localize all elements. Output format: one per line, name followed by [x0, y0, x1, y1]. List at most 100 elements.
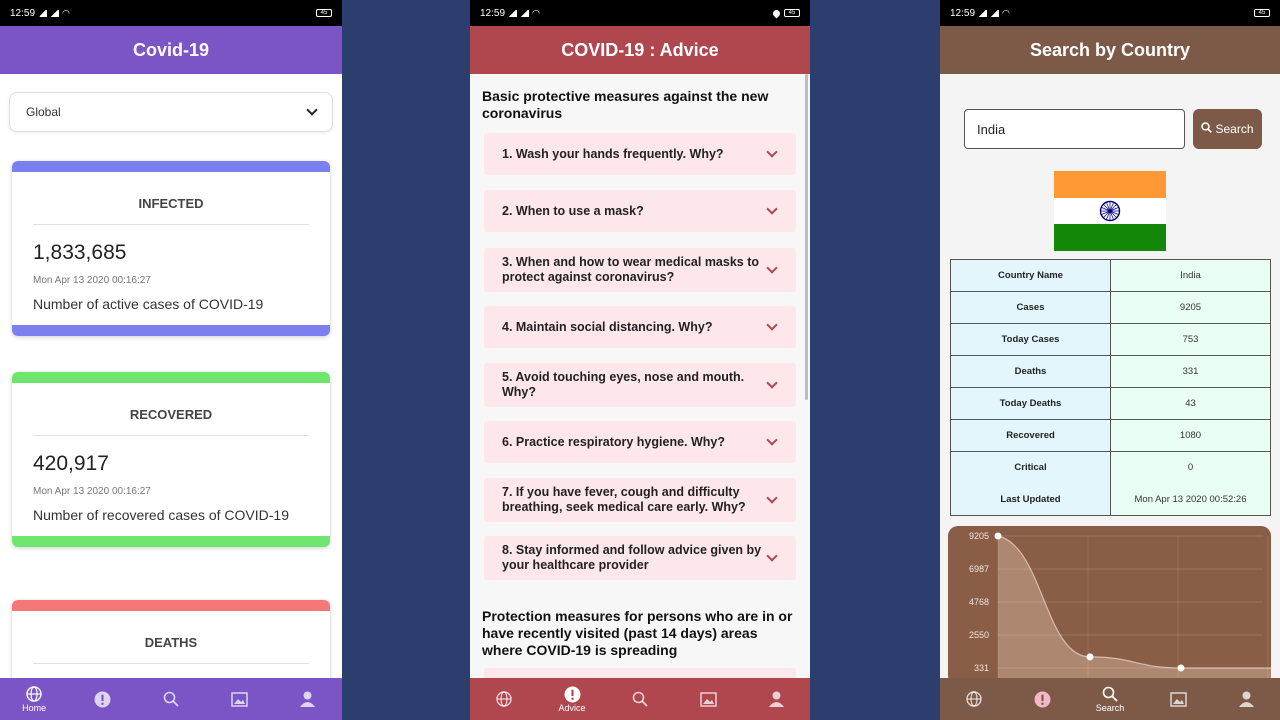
wifi-icon: ◠ [532, 7, 540, 18]
page-title: COVID-19 : Advice [561, 39, 719, 60]
advice-item-label: 1. Wash your hands frequently. Why? [502, 146, 724, 161]
nav-label: Advice [558, 703, 586, 713]
alert-icon [1033, 690, 1051, 708]
advice-item[interactable]: 1. Wash your hands frequently. Why? [484, 133, 796, 175]
table-key: Today Cases [950, 323, 1111, 356]
flag-stripe-middle [1054, 197, 1166, 225]
infected-card: INFECTED 1,833,685 Mon Apr 13 2020 00:16… [12, 161, 330, 336]
nav-home[interactable] [944, 690, 1004, 708]
image-icon [699, 690, 717, 708]
table-value: 331 [1110, 355, 1271, 388]
bottom-navigation: Home [0, 678, 342, 720]
table-key: Critical [950, 451, 1111, 484]
flag-stripe-bottom [1054, 224, 1166, 251]
chart-y-tick-label: 331 [974, 663, 989, 673]
country-search-input[interactable]: India [964, 109, 1185, 149]
nav-home[interactable] [474, 690, 534, 708]
advice-item[interactable]: 7. If you have fever, cough and difficul… [484, 478, 796, 522]
nav-profile[interactable] [746, 690, 806, 708]
nav-profile[interactable] [278, 690, 338, 708]
phone-search-screen: 12:59 ◠ 45 Search by Country India Searc… [940, 0, 1280, 720]
flag-stripe-top [1054, 171, 1166, 198]
nav-gallery[interactable] [1148, 690, 1208, 708]
chart-y-tick-label: 2550 [969, 630, 989, 640]
advice-item-label: 4. Maintain social distancing. Why? [502, 319, 713, 334]
advice-item[interactable]: 2. When to use a mask? [484, 190, 796, 232]
advice-item-label: 7. If you have fever, cough and difficul… [502, 485, 746, 514]
country-stats-table: Country Name India Cases 9205 Today Cases 7… [950, 259, 1271, 516]
nav-search[interactable] [610, 690, 670, 708]
search-row: India Search [964, 109, 1262, 149]
chevron-down-icon [766, 262, 778, 274]
dropdown-value: Global [26, 105, 61, 119]
page-title: Covid-19 [132, 39, 210, 60]
chevron-down-icon [766, 319, 778, 331]
app-bar: Search by Country [940, 26, 1280, 74]
nav-advice[interactable] [73, 690, 133, 708]
nav-gallery[interactable] [209, 690, 269, 708]
table-value: Mon Apr 13 2020 00:52:26 [1110, 483, 1271, 516]
person-icon [299, 690, 317, 708]
location-icon [771, 8, 782, 18]
advice-item[interactable]: 3. When and how to wear medical masks to… [484, 248, 796, 292]
person-icon [1237, 690, 1255, 708]
advice-item[interactable]: 5. Avoid touching eyes, nose and mouth. … [484, 363, 796, 407]
nav-gallery[interactable] [678, 690, 738, 708]
table-row: Recovered 1080 [950, 419, 1271, 452]
table-value: 1080 [1110, 419, 1271, 452]
status-bar: 12:59 ◠ 45 [940, 0, 1280, 26]
alert-icon [94, 690, 112, 708]
search-icon [1201, 122, 1213, 136]
advice-item[interactable]: 6. Practice respiratory hygiene. Why? [484, 421, 796, 463]
advice-item[interactable]: 8. Stay informed and follow advice given… [484, 536, 796, 580]
signal-icon [50, 9, 60, 17]
search-button[interactable]: Search [1193, 109, 1262, 149]
advice-item-label: 6. Practice respiratory hygiene. Why? [502, 434, 725, 449]
table-key: Deaths [950, 355, 1111, 388]
person-icon [767, 690, 785, 708]
app-bar: COVID-19 : Advice [470, 26, 810, 74]
advice-item-label: 3. When and how to wear medical masks to… [502, 255, 760, 284]
advice-item-label: 5. Avoid touching eyes, nose and mouth. … [502, 370, 745, 399]
phone-advice-screen: 12:59 ◠ 45 COVID-19 : Advice Basic prote… [470, 0, 810, 720]
search-button-label: Search [1215, 122, 1254, 136]
card-bottom-bar [12, 536, 330, 547]
nav-search[interactable]: Search [1080, 685, 1140, 713]
search-icon [631, 690, 649, 708]
chevron-down-icon [766, 377, 778, 389]
table-key: Cases [950, 291, 1111, 324]
nav-profile[interactable] [1216, 690, 1276, 708]
table-row: Country Name India [950, 259, 1271, 292]
region-dropdown[interactable]: Global [9, 92, 333, 132]
nav-label: Search [1095, 703, 1125, 713]
nav-home[interactable]: Home [4, 685, 64, 713]
table-value: 9205 [1110, 291, 1271, 324]
advice-item-label: 2. When to use a mask? [502, 203, 644, 218]
chart-point [1086, 653, 1094, 661]
wifi-icon: ◠ [62, 7, 70, 18]
card-title: DEATHS [33, 611, 309, 664]
nav-advice[interactable] [1012, 690, 1072, 708]
card-value: 1,833,685 [33, 241, 127, 264]
chevron-down-icon [766, 146, 778, 158]
card-date: Mon Apr 13 2020 00:16:27 [33, 486, 151, 497]
chevron-down-icon [766, 434, 778, 446]
status-time: 12:59 [10, 7, 36, 19]
section-heading: Basic protective measures against the ne… [482, 88, 769, 121]
bottom-navigation: Search [940, 678, 1280, 720]
chart-point [1177, 664, 1185, 672]
nav-advice[interactable]: Advice [542, 685, 602, 713]
signal-icon [508, 9, 518, 17]
card-top-bar [12, 600, 330, 611]
chart-svg: 9205 6987 4768 2550 331 [969, 531, 1271, 686]
scrollbar[interactable] [805, 74, 808, 400]
table-key: Country Name [950, 259, 1111, 292]
globe-icon [495, 690, 513, 708]
status-bar: 12:59 ◠ 45 [470, 0, 810, 26]
app-bar: Covid-19 [0, 26, 342, 74]
nav-search[interactable] [141, 690, 201, 708]
recovered-card: RECOVERED 420,917 Mon Apr 13 2020 00:16:… [12, 372, 330, 547]
chevron-down-icon [766, 550, 778, 562]
signal-icon [978, 9, 988, 17]
advice-item[interactable]: 4. Maintain social distancing. Why? [484, 306, 796, 348]
